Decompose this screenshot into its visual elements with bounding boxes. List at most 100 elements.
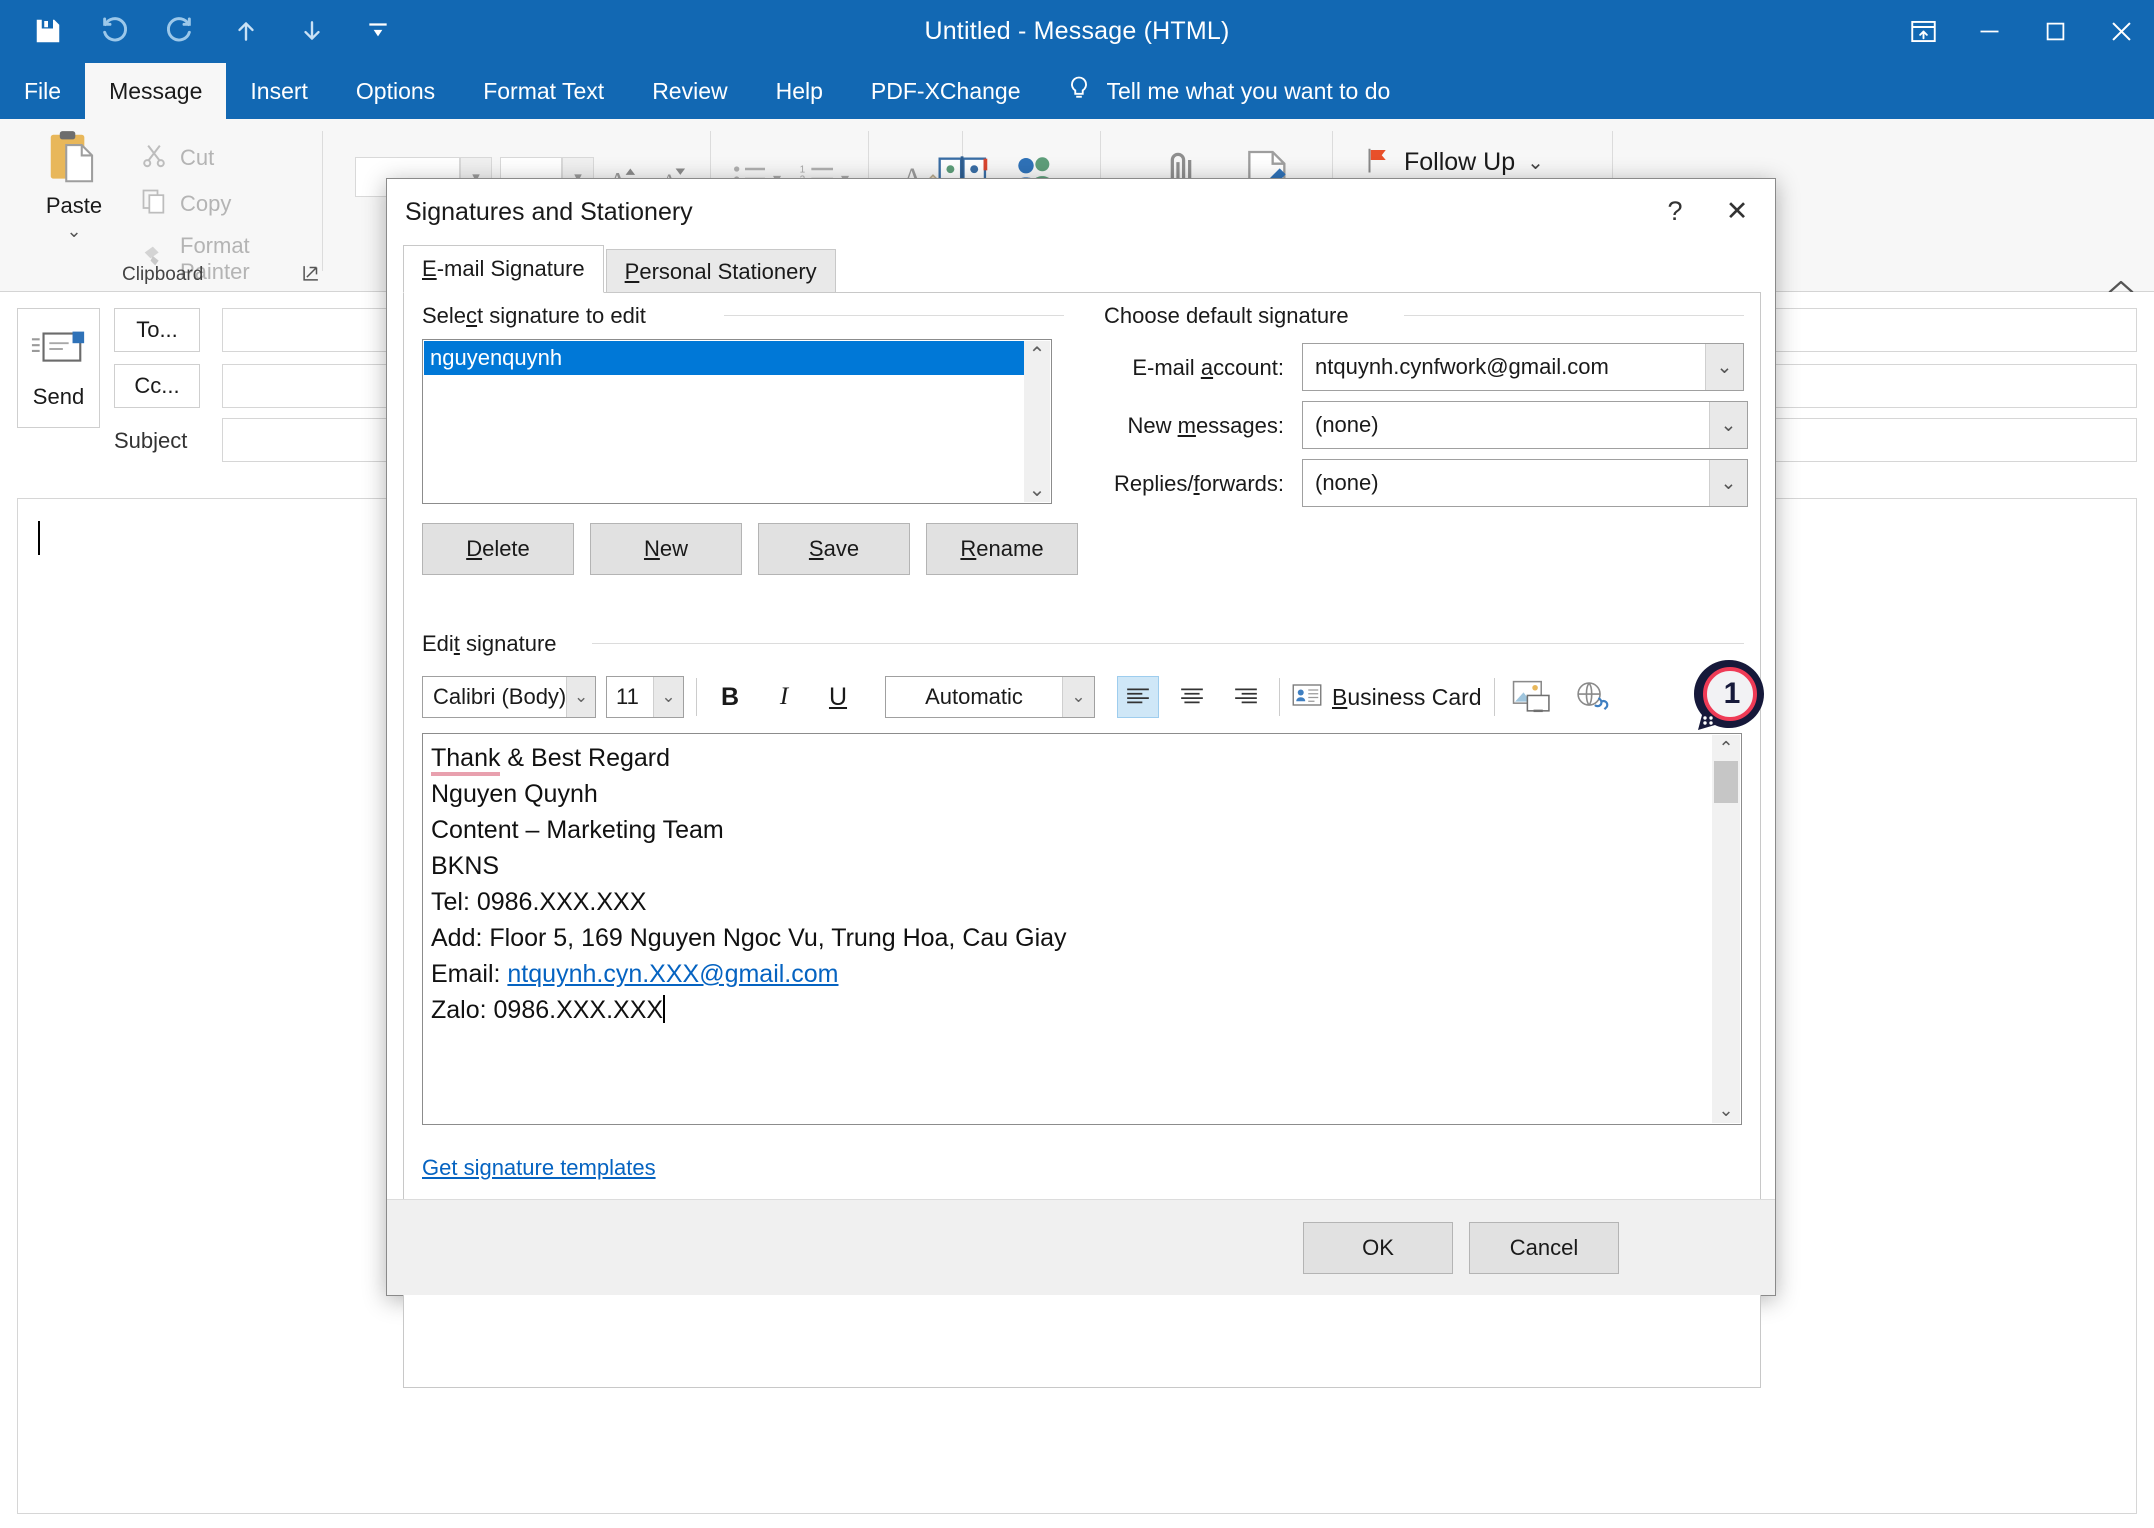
align-left-button[interactable] [1117,676,1159,718]
signature-font-size-chevron-down-icon[interactable]: ⌄ [653,677,683,717]
signature-email-link[interactable]: ntquynh.cyn.XXX@gmail.com [507,960,838,988]
email-account-combobox[interactable]: ntquynh.cynfwork@gmail.com ⌄ [1302,343,1744,391]
dialog-title: Signatures and Stationery [405,197,693,226]
signature-font-size-combobox[interactable]: 11 ⌄ [606,676,684,718]
underline-button[interactable]: U [817,676,859,718]
tab-personal-stationery-accel: P [624,258,640,284]
replies-forwards-label: Replies/forwards: [1114,471,1284,496]
save-signature-button[interactable]: Save [758,523,910,575]
tab-personal-stationery[interactable]: Personal Stationery [605,249,836,293]
delete-label: elete [482,536,530,561]
clipboard-dialog-launcher-icon[interactable] [300,262,322,284]
insert-picture-button[interactable] [1507,676,1557,718]
signature-list[interactable]: nguyenquynh ⌃ ⌄ [422,339,1052,504]
list-item[interactable]: nguyenquynh [424,341,1024,375]
ribbon-tab-help[interactable]: Help [752,63,847,119]
ok-button[interactable]: OK [1303,1222,1453,1274]
edit-signature-group-label: Edit signature [422,631,567,657]
ribbon-tab-format-text[interactable]: Format Text [459,63,628,119]
follow-up-label: Follow Up [1404,148,1516,176]
maximize-button[interactable] [2022,0,2088,63]
minimize-button[interactable] [1956,0,2022,63]
scroll-down-icon[interactable]: ⌄ [1029,476,1046,502]
signature-line-2: Nguyen Quynh [431,780,598,808]
cut-label: Cut [180,145,215,170]
italic-button[interactable]: I [763,676,805,718]
dialog-tab-strip: E -mail Signature Personal Stationery [403,245,838,293]
window-title: Untitled - Message (HTML) [924,17,1230,45]
delete-accel: D [466,536,483,561]
ribbon-group-clipboard: Paste ⌄ Cut Copy Format Painter Clipboar… [0,119,323,292]
replies-forwards-combobox[interactable]: (none) ⌄ [1302,459,1748,507]
tab-personal-stationery-label: ersonal Stationery [639,258,817,284]
business-card-icon [1292,682,1322,713]
rename-signature-button[interactable]: Rename [926,523,1078,575]
signature-misspelled-word: Thank [431,744,501,776]
cancel-button[interactable]: Cancel [1469,1222,1619,1274]
ribbon-tab-options[interactable]: Options [332,63,459,119]
tab-email-signature-accel: E [422,256,437,281]
get-signature-templates-link[interactable]: Get signature templates [422,1155,656,1181]
tell-me-search[interactable]: Tell me what you want to do [1045,63,1411,119]
email-account-value: ntquynh.cynfwork@gmail.com [1315,354,1609,379]
bold-button[interactable]: B [709,676,751,718]
signature-editor-scrollbar[interactable]: ⌃ ⌄ [1712,735,1740,1123]
tab-email-signature[interactable]: E -mail Signature [403,245,604,293]
send-envelope-icon [30,327,88,376]
paste-chevron-down-icon[interactable]: ⌄ [22,221,126,242]
ribbon-tab-file[interactable]: File [0,63,85,119]
signature-font-family-combobox[interactable]: Calibri (Body) ⌄ [422,676,596,718]
delete-signature-button[interactable]: Delete [422,523,574,575]
business-card-button[interactable]: Business Card [1292,682,1482,713]
signature-line-3: Content – Marketing Team [431,816,724,844]
new-messages-value: (none) [1315,412,1379,437]
copy-icon [140,187,168,221]
flag-icon [1362,143,1392,182]
dialog-close-button[interactable]: ✕ [1709,185,1765,237]
ribbon-tab-review[interactable]: Review [628,63,751,119]
follow-up-chevron-down-icon[interactable]: ⌄ [1527,150,1544,175]
send-button[interactable]: Send [17,308,100,428]
ribbon-tab-insert[interactable]: Insert [226,63,332,119]
signature-list-scrollbar[interactable]: ⌃ ⌄ [1024,341,1050,502]
ribbon-tab-message[interactable]: Message [85,63,227,119]
email-account-chevron-down-icon[interactable]: ⌄ [1705,344,1743,390]
new-signature-button[interactable]: New [590,523,742,575]
scroll-down-icon[interactable]: ⌄ [1712,1097,1740,1123]
text-caret [663,995,666,1023]
business-card-label: usiness Card [1347,683,1482,710]
replies-forwards-chevron-down-icon[interactable]: ⌄ [1709,460,1747,506]
signature-line-5: Tel: 0986.XXX.XXX [431,888,647,916]
replies-forwards-value: (none) [1315,470,1379,495]
scrollbar-thumb[interactable] [1714,761,1738,803]
insert-hyperlink-button[interactable] [1567,676,1617,718]
dialog-help-button[interactable]: ? [1647,185,1703,237]
to-button[interactable]: To... [114,308,200,352]
clipboard-group-label: Clipboard [122,264,204,285]
align-right-button[interactable] [1225,676,1267,718]
scroll-up-icon[interactable]: ⌃ [1029,341,1046,367]
ribbon-display-options-button[interactable] [1890,0,1956,63]
signature-line-1: Thank & Best Regard [431,740,1707,776]
new-messages-combobox[interactable]: (none) ⌄ [1302,401,1748,449]
align-center-button[interactable] [1171,676,1213,718]
close-button[interactable] [2088,0,2154,63]
font-color-chevron-down-icon[interactable]: ⌄ [1062,677,1094,717]
signature-email-prefix: Email: [431,960,508,988]
ribbon-tab-pdf-xchange[interactable]: PDF-XChange [847,63,1045,119]
new-messages-chevron-down-icon[interactable]: ⌄ [1709,402,1747,448]
paste-button[interactable]: Paste ⌄ [22,127,126,242]
signature-font-family-value: Calibri (Body) [433,684,567,709]
scroll-up-icon[interactable]: ⌃ [1712,735,1740,761]
signature-line-4: BKNS [431,852,500,880]
email-account-accel: a [1200,355,1214,380]
signature-editor[interactable]: Thank & Best Regard Nguyen Quynh Content… [422,733,1742,1125]
signature-font-family-chevron-down-icon[interactable]: ⌄ [566,677,595,717]
font-color-combobox[interactable]: Automatic ⌄ [885,676,1095,718]
new-accel: N [643,536,660,561]
cc-button[interactable]: Cc... [114,364,200,408]
follow-up-button[interactable]: Follow Up ⌄ [1362,143,1544,182]
window-controls [1890,0,2154,63]
new-messages-label: New messages: [1127,413,1284,438]
text-caret [38,521,40,555]
